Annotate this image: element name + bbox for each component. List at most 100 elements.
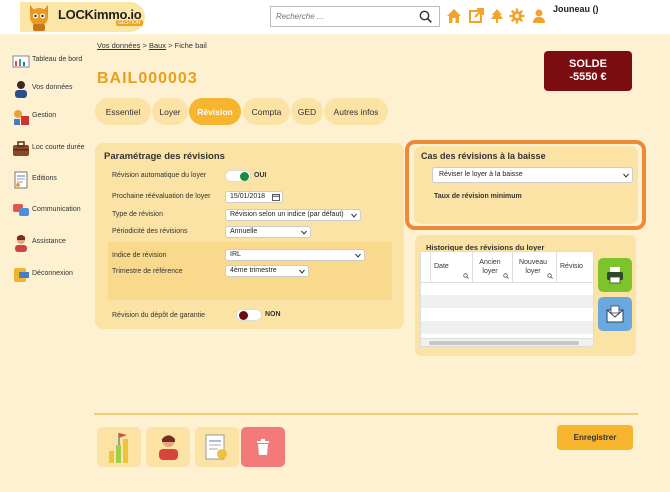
horizontal-scrollbar[interactable] <box>421 338 593 346</box>
revision-periodicity-value: Annuelle <box>230 228 258 235</box>
table-row <box>421 282 593 295</box>
sidebar-item-label: Editions <box>32 175 57 182</box>
breadcrumb-separator: > <box>142 41 147 50</box>
revision-index-select[interactable]: IRL <box>225 249 365 261</box>
table-header-revision[interactable]: Révisio <box>557 252 593 282</box>
cat-mascot-icon <box>30 5 48 31</box>
dashboard-icon <box>12 55 30 68</box>
delete-button[interactable] <box>241 427 285 467</box>
chevron-down-icon <box>355 253 361 258</box>
envelope-icon <box>606 305 624 323</box>
logout-icon <box>14 268 29 282</box>
sidebar-item-label: Assistance <box>32 238 66 245</box>
tree-icon[interactable] <box>489 8 505 24</box>
filter-search-icon[interactable] <box>463 273 469 279</box>
gear-icon[interactable] <box>509 8 525 24</box>
breadcrumb-fiche-bail: Fiche bail <box>174 41 207 50</box>
documents-icon <box>205 434 227 460</box>
table-row <box>421 321 593 334</box>
column-label: Ancien loyer <box>479 259 501 275</box>
reference-quarter-select[interactable]: 4ème trimestre <box>225 265 309 277</box>
column-label: Date <box>434 263 449 270</box>
next-revaluation-label: Prochaine réévaluation de loyer <box>112 193 211 200</box>
email-button[interactable] <box>598 297 632 331</box>
save-button[interactable]: Enregistrer <box>557 425 633 450</box>
sidebar-item-label: Vos données <box>32 84 73 91</box>
breadcrumb-vos-donnees[interactable]: Vos données <box>97 41 140 50</box>
chevron-down-icon <box>301 230 307 235</box>
auto-revision-value: OUI <box>254 172 267 179</box>
solde-value: -5550 € <box>569 71 607 83</box>
filter-search-icon[interactable] <box>503 273 509 279</box>
tab-revision[interactable]: Révision <box>189 98 241 125</box>
table-header-spacer <box>421 252 431 282</box>
print-button[interactable] <box>598 258 632 292</box>
chart-flag-icon <box>109 433 128 463</box>
next-revaluation-date-value: 15/01/2018 <box>230 193 266 200</box>
revision-settings-title: Paramétrage des révisions <box>104 151 225 162</box>
sidebar-item-deconnexion[interactable]: Déconnexion <box>12 266 92 286</box>
filter-search-icon[interactable] <box>547 273 553 279</box>
printer-icon <box>607 267 623 284</box>
calendar-icon[interactable] <box>272 193 280 201</box>
user-icon[interactable] <box>531 8 547 24</box>
stats-button[interactable] <box>97 427 141 467</box>
table-row <box>421 308 593 321</box>
breadcrumb: Vos données > Baux > Fiche bail <box>97 41 207 50</box>
sidebar-item-gestion[interactable]: Gestion <box>12 108 92 128</box>
sidebar-item-editions[interactable]: Editions <box>12 171 92 191</box>
assistance-button[interactable] <box>146 427 190 467</box>
auto-revision-toggle[interactable] <box>225 170 251 182</box>
table-header-nouveau-loyer[interactable]: Nouveau loyer <box>513 252 557 282</box>
auto-revision-label: Révision automatique du loyer <box>112 172 207 179</box>
support-icon <box>15 235 27 252</box>
revision-type-value: Révision selon un indice (par défaut) <box>230 211 344 218</box>
scrollbar-thumb[interactable] <box>429 341 579 345</box>
table-header-ancien-loyer[interactable]: Ancien loyer <box>473 252 513 282</box>
solde-badge: SOLDE -5550 € <box>544 51 632 91</box>
sidebar-item-communication[interactable]: Communication <box>12 202 92 222</box>
sidebar-item-assistance[interactable]: Assistance <box>12 234 92 254</box>
table-header-date[interactable]: Date <box>431 252 473 282</box>
search-icon[interactable] <box>419 10 432 23</box>
home-icon[interactable] <box>446 8 462 24</box>
downward-revision-select[interactable]: Réviser le loyer à la baisse <box>432 167 633 183</box>
breadcrumb-baux[interactable]: Baux <box>149 41 166 50</box>
tab-ged[interactable]: GED <box>291 98 323 125</box>
document-icon <box>14 171 28 189</box>
person-icon <box>15 81 27 98</box>
tab-loyer[interactable]: Loyer <box>152 98 188 125</box>
revision-index-value: IRL <box>230 251 241 258</box>
next-revaluation-date-input[interactable]: 15/01/2018 <box>225 191 283 203</box>
revision-type-label: Type de révision <box>112 211 163 218</box>
revision-type-select[interactable]: Révision selon un indice (par défaut) <box>225 209 361 221</box>
chevron-down-icon <box>351 213 357 218</box>
brand-sub: GESTION <box>116 20 143 26</box>
sidebar-item-label: Gestion <box>32 112 57 119</box>
tab-compta[interactable]: Compta <box>243 98 290 125</box>
revision-index-label: Indice de révision <box>112 252 167 259</box>
external-link-icon[interactable] <box>468 8 484 24</box>
reference-quarter-label: Trimestre de référence <box>112 268 183 275</box>
history-table[interactable]: Date Ancien loyer Nouveau loyer Révisio <box>420 251 594 347</box>
column-label: Révisio <box>560 263 583 270</box>
tab-autres-infos[interactable]: Autres infos <box>324 98 388 125</box>
sidebar-item-loc-courte-duree[interactable]: Loc courte durée <box>12 140 92 160</box>
logo[interactable]: LOCKimmo.io GESTION <box>20 2 145 32</box>
revision-periodicity-select[interactable]: Annuelle <box>225 226 311 238</box>
suitcase-icon <box>13 141 29 156</box>
breadcrumb-separator: > <box>168 41 173 50</box>
footer-divider <box>94 413 638 415</box>
search-input[interactable] <box>271 7 411 26</box>
deposit-revision-label: Révision du dépôt de garantie <box>112 312 206 319</box>
tab-essentiel[interactable]: Essentiel <box>95 98 151 125</box>
sidebar-item-dashboard[interactable]: Tableau de bord <box>12 52 92 72</box>
user-name[interactable]: Jouneau () <box>553 4 599 14</box>
documents-button[interactable] <box>195 427 239 467</box>
search-box[interactable] <box>270 6 440 27</box>
min-rate-label: Taux de révision minimum <box>434 193 522 200</box>
deposit-revision-toggle[interactable] <box>236 309 262 321</box>
sidebar-item-label: Loc courte durée <box>32 144 85 151</box>
chevron-down-icon <box>623 173 629 178</box>
sidebar-item-vos-donnees[interactable]: Vos données <box>12 80 92 100</box>
